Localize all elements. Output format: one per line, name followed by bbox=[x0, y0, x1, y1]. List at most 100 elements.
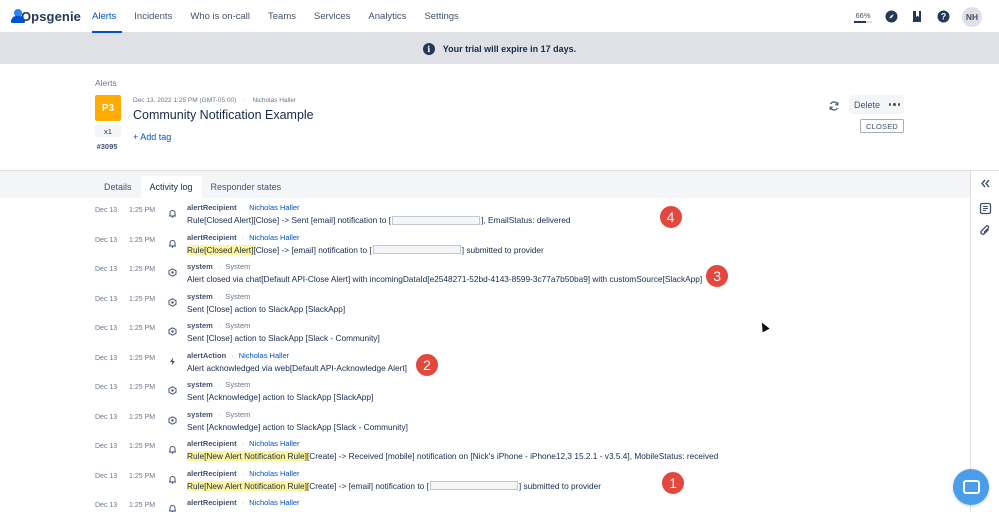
nav-menu: Alerts Incidents Who is on-call Teams Servic… bbox=[92, 0, 477, 33]
log-user-link[interactable]: Nicholas Haller bbox=[249, 469, 299, 478]
user-avatar[interactable]: NH bbox=[962, 6, 982, 27]
nav-item-teams[interactable]: Teams bbox=[268, 0, 308, 33]
delete-button[interactable]: Delete bbox=[849, 95, 885, 114]
brand-name: Opsgenie bbox=[20, 8, 81, 24]
log-date: Dec 13 bbox=[95, 502, 118, 509]
log-date: Dec 13 bbox=[95, 384, 118, 391]
log-date: Dec 13 bbox=[95, 443, 118, 450]
log-entry: Dec 13 1:25 PM alertRecipient · Nicholas Hal… bbox=[0, 228, 970, 257]
log-message-text: Create] -> [email] notification to [ bbox=[309, 480, 429, 491]
log-separator: · bbox=[241, 468, 245, 478]
nav-item-alerts[interactable]: Alerts bbox=[92, 0, 128, 33]
log-message: Alert acknowledged via web[Default API-A… bbox=[187, 363, 407, 373]
log-user-link[interactable]: Nicholas Haller bbox=[249, 439, 299, 448]
log-time: 1:25 PM bbox=[129, 502, 156, 509]
log-separator: · bbox=[241, 203, 245, 212]
tab-responder-states[interactable]: Responder states bbox=[202, 176, 291, 198]
log-user-link: System bbox=[225, 321, 251, 330]
log-user-link[interactable]: Nicholas Haller bbox=[249, 203, 299, 212]
more-actions-button[interactable] bbox=[885, 95, 904, 114]
log-message: Alert closed via chat[Default API-Close … bbox=[187, 274, 702, 284]
bolt-icon bbox=[168, 353, 177, 365]
alert-content: Details Activity log Responder states Dec … bbox=[0, 170, 970, 512]
log-time: 1:25 PM bbox=[129, 413, 156, 421]
annotation-marker: 2 bbox=[415, 352, 439, 377]
log-date: Dec 13 bbox=[95, 472, 118, 480]
log-date: Dec 13 bbox=[95, 207, 118, 214]
log-actor: system · System bbox=[187, 380, 250, 389]
tab-activity-log[interactable]: Activity log bbox=[140, 176, 202, 198]
log-separator: · bbox=[217, 321, 221, 330]
refresh-icon[interactable] bbox=[828, 99, 840, 111]
log-message-text: Sent [Acknowledge] action to SlackApp [S… bbox=[187, 421, 408, 432]
log-actor: alertRecipient · Nicholas Haller bbox=[187, 498, 300, 507]
alert-count: x1 bbox=[95, 125, 121, 137]
alert-owner: Nicholas Haller bbox=[252, 97, 297, 104]
log-actor: alertRecipient · Nicholas Haller bbox=[187, 233, 300, 242]
usage-indicator[interactable]: 66% bbox=[854, 11, 872, 23]
log-actor-type: alertRecipient bbox=[187, 498, 237, 507]
highlighted-text: Rule[New Alert Notification Rule][ bbox=[187, 480, 310, 491]
usage-percent: 66% bbox=[855, 10, 871, 20]
log-entry: Dec 13 1:25 PM alertRecipient · Nicholas Hal… bbox=[0, 434, 970, 463]
alert-number: #3095 bbox=[96, 142, 118, 151]
nav-item-services[interactable]: Services bbox=[314, 0, 362, 33]
log-message: Rule[New Alert Notification Rule][Create… bbox=[187, 480, 601, 491]
log-user-link[interactable]: Nicholas Haller bbox=[249, 233, 299, 242]
nav-item-analytics[interactable]: Analytics bbox=[368, 0, 418, 33]
log-actor: system · System bbox=[187, 321, 250, 330]
status-badge: CLOSED bbox=[860, 119, 904, 133]
log-actor-type: system bbox=[187, 262, 213, 271]
notebook-icon[interactable] bbox=[910, 10, 924, 24]
log-separator: · bbox=[217, 409, 221, 419]
notes-icon[interactable] bbox=[979, 202, 992, 215]
bell-icon bbox=[168, 441, 177, 454]
attachment-icon[interactable] bbox=[979, 224, 992, 237]
log-actor-type: alertRecipient bbox=[187, 232, 237, 242]
log-actor-type: alertAction bbox=[187, 350, 227, 360]
log-user-link[interactable]: Nicholas Haller bbox=[249, 498, 299, 507]
log-date: Dec 13 bbox=[95, 295, 118, 303]
bell-icon bbox=[168, 205, 177, 218]
log-separator: · bbox=[241, 498, 245, 507]
help-icon[interactable]: ? bbox=[936, 10, 950, 24]
log-time: 1:25 PM bbox=[129, 207, 156, 214]
highlighted-text: Rule[New Alert Notification Rule][ bbox=[187, 451, 310, 461]
log-separator: · bbox=[217, 380, 221, 389]
alert-meta: Dec 13, 2022 1:25 PM (GMT-05:00) · Nicho… bbox=[133, 97, 296, 104]
collapse-icon[interactable] bbox=[979, 177, 992, 190]
log-entry: Dec 13 1:25 PM system · System Sent [Acknowle… bbox=[0, 375, 970, 404]
nav-item-incidents[interactable]: Incidents bbox=[134, 0, 184, 33]
redacted-email bbox=[372, 245, 461, 254]
log-message-text: Sent [Close] action to SlackApp [SlackAp… bbox=[187, 303, 346, 314]
log-actor: alertRecipient · Nicholas Haller bbox=[187, 203, 300, 212]
log-user-link: System bbox=[225, 262, 251, 271]
priority-badge[interactable]: P3 bbox=[95, 95, 121, 121]
log-actor: system · System bbox=[187, 292, 250, 301]
tab-details[interactable]: Details bbox=[95, 176, 141, 198]
chat-bubble-icon bbox=[962, 480, 980, 494]
opsgenie-logo[interactable]: Opsgenie bbox=[11, 9, 81, 24]
log-message: Sent [Close] action to SlackApp [SlackAp… bbox=[187, 304, 345, 314]
log-message-text: Alert acknowledged via web[Default API-A… bbox=[187, 362, 407, 373]
svg-text:?: ? bbox=[940, 12, 946, 22]
nav-item-who-is-on-call[interactable]: Who is on-call bbox=[190, 0, 262, 33]
chat-support-button[interactable] bbox=[953, 469, 989, 505]
log-time: 1:25 PM bbox=[129, 266, 156, 273]
breadcrumb[interactable]: Alerts bbox=[95, 78, 117, 88]
log-actor: alertRecipient · Nicholas Haller bbox=[187, 439, 300, 448]
log-separator: · bbox=[217, 291, 221, 301]
log-message-text: Rule[Closed Alert][Close] -> Sent [email… bbox=[187, 215, 392, 225]
add-tag-link[interactable]: + Add tag bbox=[133, 132, 171, 142]
log-entry: Dec 13 1:25 PM system · System Sent [Close] a… bbox=[0, 287, 970, 316]
log-separator: · bbox=[241, 439, 245, 448]
log-actor: alertAction · Nicholas Haller bbox=[187, 351, 289, 360]
log-separator: · bbox=[231, 350, 234, 360]
log-actor-type: system bbox=[187, 291, 213, 301]
system-icon bbox=[168, 412, 177, 425]
log-user-link[interactable]: Nicholas Haller bbox=[239, 351, 289, 360]
compass-icon[interactable] bbox=[884, 10, 898, 24]
nav-item-settings[interactable]: Settings bbox=[424, 0, 470, 33]
log-entry: Dec 13 1:25 PM alertAction · Nicholas Haller… bbox=[0, 346, 970, 375]
trial-banner-text: Your trial will expire in 17 days. bbox=[442, 43, 577, 54]
